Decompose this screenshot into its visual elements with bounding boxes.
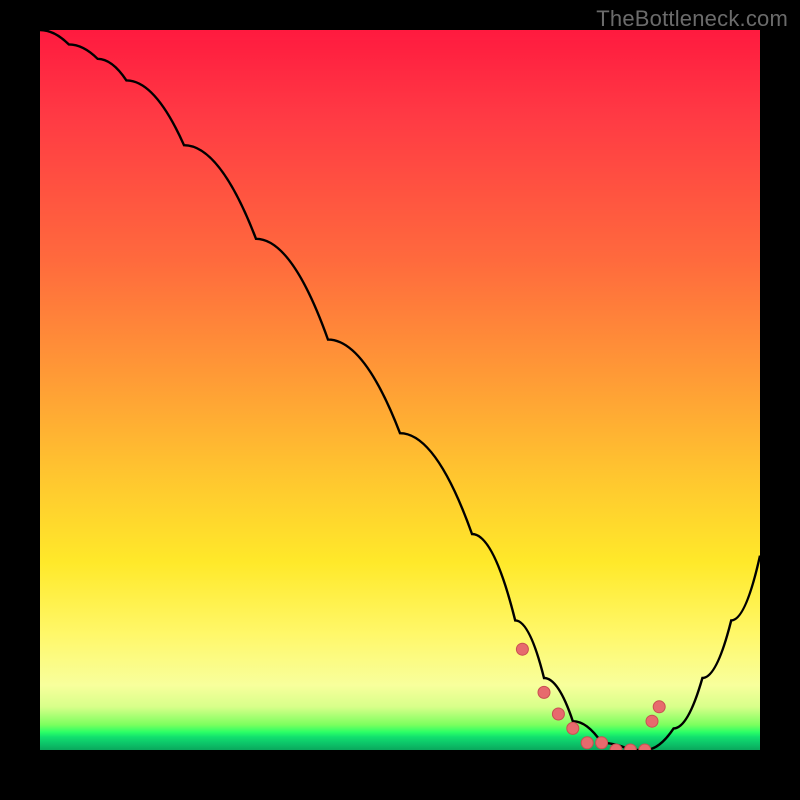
curve-marker xyxy=(538,686,550,698)
chart-frame: TheBottleneck.com xyxy=(0,0,800,800)
curve-svg xyxy=(40,30,760,750)
curve-marker xyxy=(567,722,579,734)
plot-area xyxy=(40,30,760,750)
curve-marker xyxy=(596,737,608,749)
curve-marker xyxy=(639,744,651,750)
curve-marker xyxy=(624,744,636,750)
curve-marker xyxy=(646,715,658,727)
curve-marker xyxy=(653,701,665,713)
watermark-text: TheBottleneck.com xyxy=(596,6,788,32)
curve-marker xyxy=(552,708,564,720)
curve-marker xyxy=(581,737,593,749)
curve-marker xyxy=(516,643,528,655)
bottleneck-curve xyxy=(40,30,760,750)
